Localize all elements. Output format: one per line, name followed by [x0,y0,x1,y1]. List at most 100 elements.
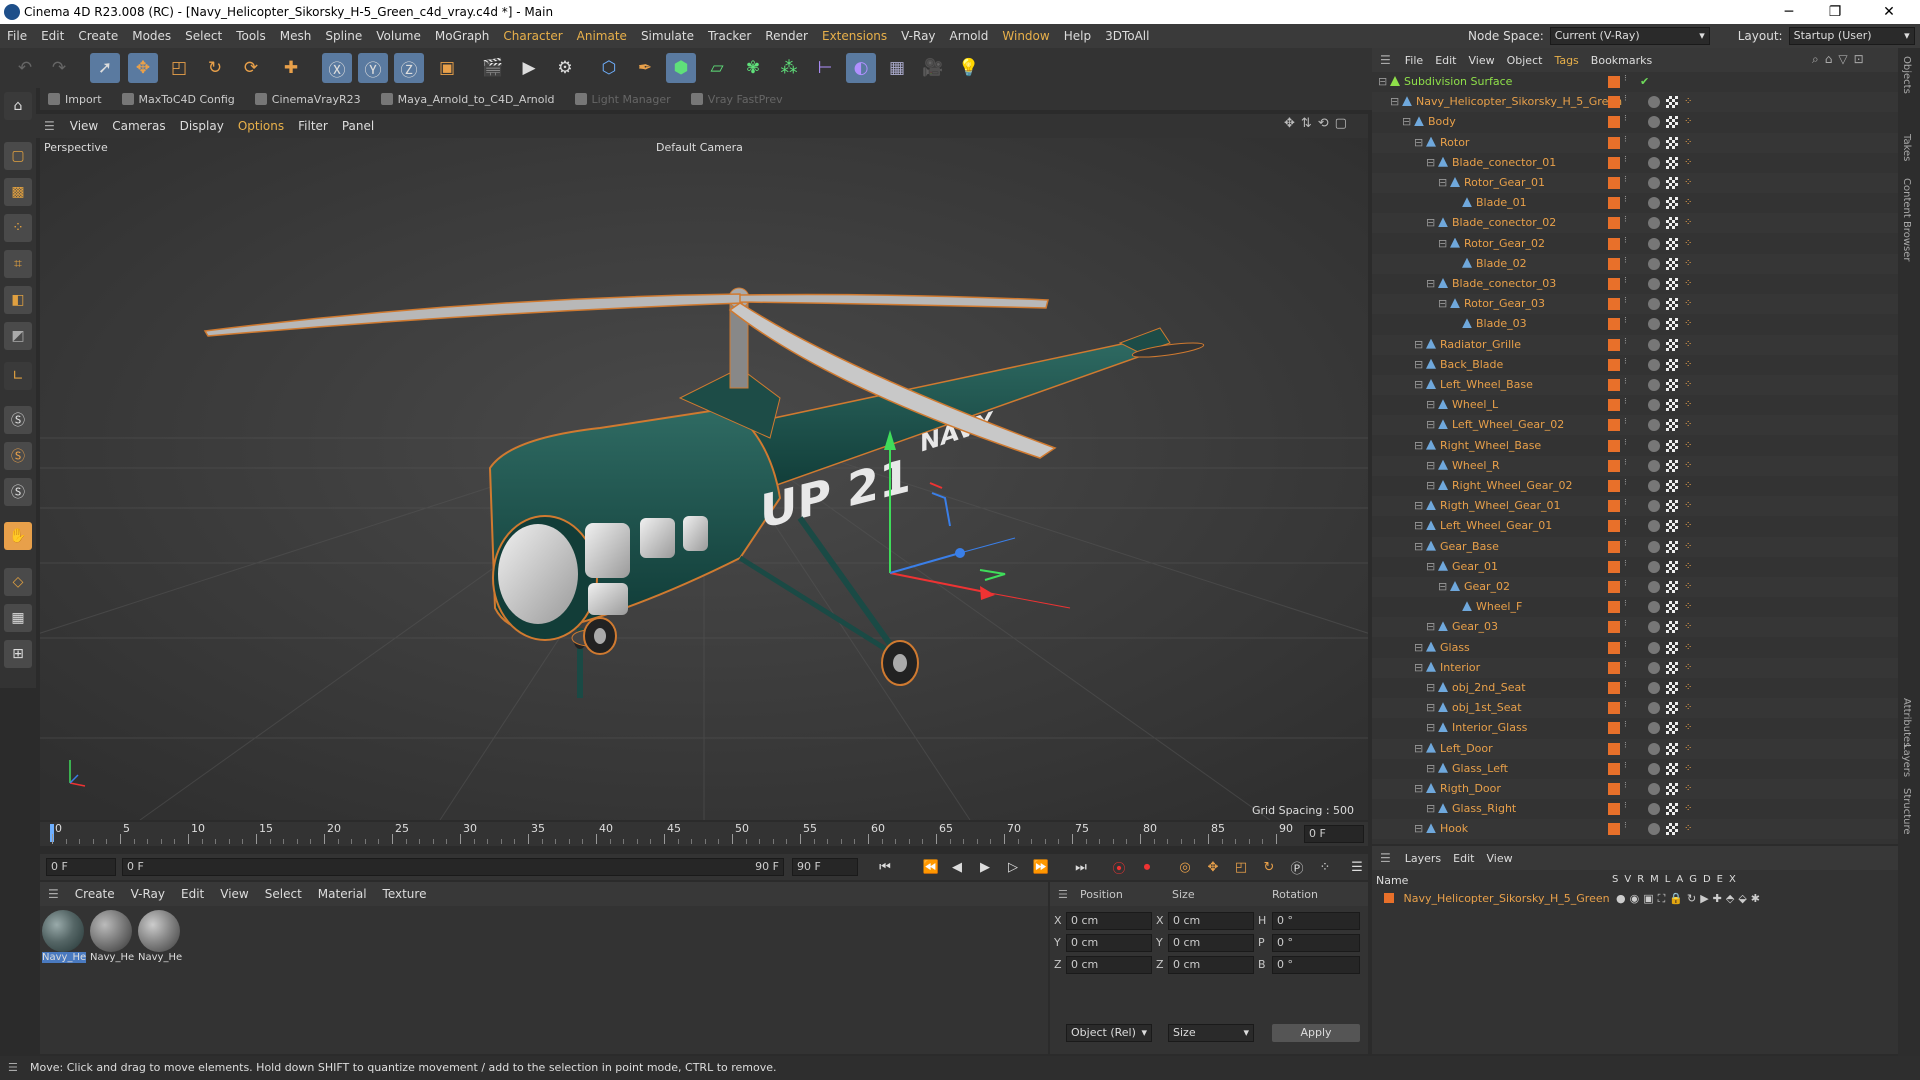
object-row[interactable]: Blade_03 ⁝ ⁘ [1372,314,1898,334]
object-row[interactable]: ⊟ Rotor_Gear_03 ⁝ ⁘ [1372,294,1898,315]
texture-tag-icon[interactable] [1666,560,1678,573]
material-tag-icon[interactable] [1648,560,1660,573]
snap-icon[interactable]: Ⓢ [4,406,32,434]
texture-tag-icon[interactable] [1666,621,1678,634]
material-menu-edit[interactable]: Edit [173,887,212,901]
expand-toggle-icon[interactable]: ⊟ [1426,718,1436,738]
visibility-dots-icon[interactable]: ⁝ [1624,741,1636,755]
end-frame-field[interactable]: 90 F [792,858,858,876]
side-tab-takes[interactable]: Takes [1901,134,1912,161]
object-row[interactable]: ⊟ Gear_01 ⁝ ⁘ [1372,557,1898,577]
rotation-h-field[interactable]: 0 ° [1272,912,1360,930]
visibility-dots-icon[interactable]: ⁝ [1624,438,1636,452]
viewport-nav-icons[interactable]: ✥⇅⟲▢ [1284,116,1353,131]
material-tag-icon[interactable] [1648,783,1660,795]
expand-toggle-icon[interactable]: ⊟ [1426,799,1436,819]
viewport-menu-options[interactable]: Options [231,119,291,133]
rotate-tool-icon[interactable]: ↻ [200,53,230,83]
vray-tag-icon[interactable]: ⁘ [1684,480,1696,492]
texture-tag-icon[interactable] [1666,197,1678,210]
visibility-dots-icon[interactable]: ⁝ [1624,822,1636,835]
material-tag-icon[interactable] [1648,338,1660,351]
visibility-dots-icon[interactable]: ⁝ [1624,176,1636,189]
texture-tag-icon[interactable] [1666,581,1678,593]
autokey-icon[interactable]: ⏺ [1136,856,1158,878]
cube-primitive-icon[interactable]: ⬡ [594,53,624,83]
minimize-button[interactable]: ─ [1766,0,1812,24]
y-axis-lock-icon[interactable]: Ⓨ [358,53,388,83]
texture-tag-icon[interactable] [1666,136,1678,149]
cloner-icon[interactable]: ✾ [738,53,768,83]
node-space-dropdown[interactable]: Current (V-Ray) ▾ [1549,27,1710,45]
visibility-dots-icon[interactable]: ⁝ [1624,660,1636,674]
texture-tag-icon[interactable] [1666,783,1678,795]
vray-tag-icon[interactable]: ⁘ [1684,116,1696,128]
visibility-dots-icon[interactable]: ⁝ [1624,761,1636,775]
vray-tag-icon[interactable]: ⁘ [1684,217,1696,229]
visibility-dots-icon[interactable]: ⁝ [1624,458,1636,472]
object-row[interactable]: ⊟ Rotor_Gear_01 ⁝ ⁘ [1372,173,1898,193]
expand-toggle-icon[interactable]: ⊟ [1414,638,1424,658]
menu-3dtoall[interactable]: 3DToAll [1098,24,1156,48]
visibility-dots-icon[interactable]: ⁝ [1624,802,1636,815]
position-x-field[interactable]: 0 cm [1066,912,1152,930]
material-tag-icon[interactable] [1648,480,1660,492]
texture-tag-icon[interactable] [1666,540,1678,553]
viewport-menu-filter[interactable]: Filter [291,119,335,133]
texture-tag-icon[interactable] [1666,682,1678,694]
material-tag-icon[interactable] [1648,318,1660,331]
material-tag-icon[interactable] [1648,197,1660,210]
object-row[interactable]: ⊟ Wheel_R ⁝ ⁘ [1372,455,1898,476]
side-tab-structure[interactable]: Structure [1901,788,1912,835]
timeline-end-field[interactable]: 0 F [1304,825,1364,843]
deformer-icon[interactable]: ⊢ [810,53,840,83]
vray-tag-icon[interactable]: ⁘ [1684,581,1696,593]
viewport-menu-view[interactable]: View [63,119,105,133]
visibility-dots-icon[interactable]: ⁝ [1624,256,1636,270]
light-icon[interactable]: 💡 [954,53,984,83]
layer-menu-layers[interactable]: Layers [1399,852,1447,865]
texture-tag-icon[interactable] [1666,318,1678,331]
expand-toggle-icon[interactable]: ⊟ [1378,72,1388,92]
texture-tag-icon[interactable] [1666,722,1678,735]
material-tag-icon[interactable] [1648,358,1660,371]
expand-toggle-icon[interactable]: ⊟ [1414,335,1424,355]
position-y-field[interactable]: 0 cm [1066,934,1152,952]
plugin-cinemavrayr23[interactable]: CinemaVrayR23 [247,93,369,106]
visibility-dots-icon[interactable]: ⁝ [1624,519,1636,532]
expand-toggle-icon[interactable]: ⊟ [1426,617,1436,637]
expand-toggle-icon[interactable]: ⊟ [1414,658,1424,678]
vray-tag-icon[interactable]: ⁘ [1684,520,1696,532]
previous-key-icon[interactable]: ⏪ [920,856,942,878]
keyframe-selection-icon[interactable]: ◎ [1174,856,1196,878]
object-menu-bookmarks[interactable]: Bookmarks [1585,54,1658,67]
material-tag-icon[interactable] [1648,722,1660,735]
expand-toggle-icon[interactable]: ⊟ [1426,759,1436,779]
visibility-dots-icon[interactable]: ⁝ [1624,620,1636,633]
expand-toggle-icon[interactable]: ⊟ [1438,234,1448,254]
object-row[interactable]: ⊟ Blade_conector_01 ⁝ ⁘ [1372,153,1898,173]
visibility-dots-icon[interactable]: ⁝ [1624,378,1636,391]
expand-toggle-icon[interactable]: ⊟ [1438,173,1448,193]
expand-toggle-icon[interactable]: ⊟ [1426,678,1436,698]
layer-color-swatch[interactable] [1384,893,1394,903]
material-swatch[interactable]: Navy_He [138,910,182,970]
menu-v-ray[interactable]: V-Ray [894,24,942,48]
object-row[interactable]: Wheel_F ⁝ ⁘ [1372,597,1898,617]
expand-toggle-icon[interactable]: ⊟ [1414,516,1424,536]
side-tab-layers[interactable]: Layers [1901,744,1912,777]
expand-toggle-icon[interactable]: ⊟ [1426,456,1436,476]
object-row[interactable]: ⊟ Body ⁝ ⁘ [1372,112,1898,132]
visibility-dots-icon[interactable]: ⁝ [1624,337,1636,351]
visibility-dots-icon[interactable]: ⁝ [1624,297,1636,310]
3d-viewport[interactable]: UP 21 NAVY Perspective Default Camera Gr… [40,138,1368,820]
texture-tag-icon[interactable] [1666,156,1678,169]
material-tag-icon[interactable] [1648,641,1660,654]
texture-tag-icon[interactable] [1666,419,1678,432]
visibility-dots-icon[interactable]: ⁝ [1624,115,1636,128]
object-row[interactable]: ⊟ Rotor_Gear_02 ⁝ ⁘ [1372,234,1898,254]
texture-tag-icon[interactable] [1666,702,1678,715]
vray-tag-icon[interactable]: ⁘ [1684,702,1696,714]
material-tag-icon[interactable] [1648,298,1660,311]
material-tag-icon[interactable] [1648,540,1660,553]
